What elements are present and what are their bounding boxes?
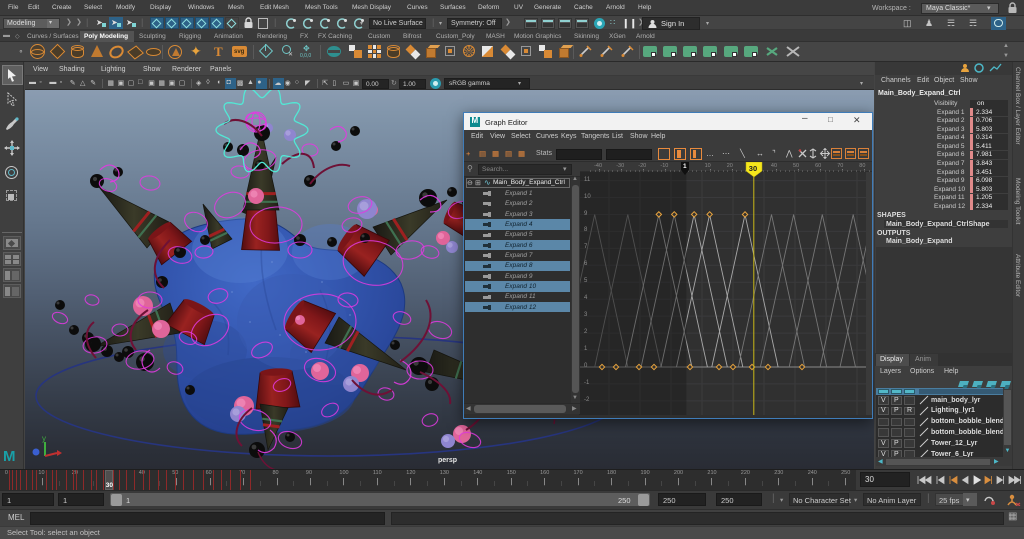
svg-text:y: y (42, 434, 46, 443)
